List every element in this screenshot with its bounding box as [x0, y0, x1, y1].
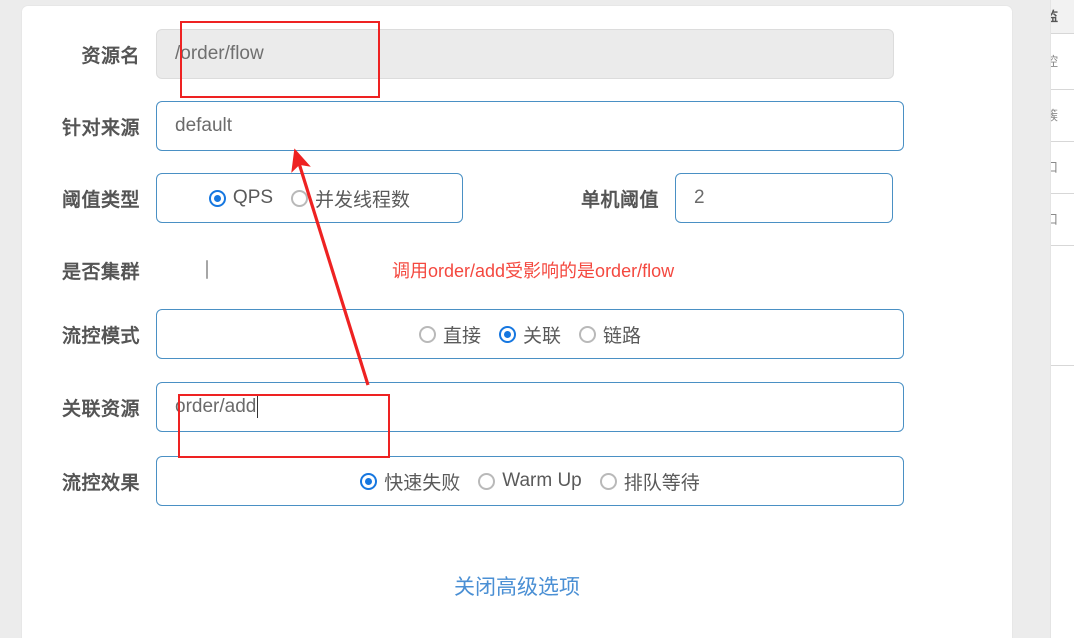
- strategy-option-direct[interactable]: 直接: [418, 321, 481, 348]
- ref-resource-input[interactable]: order/add: [156, 382, 904, 432]
- field-behavior: 快速失败 Warm Up 排队等待: [156, 456, 904, 506]
- bg-row: [1051, 246, 1074, 366]
- flow-rule-form-card: 资源名 /order/flow 针对来源 default 阈值类型 QPS 并发…: [22, 6, 1012, 638]
- radio-selected-icon: [360, 472, 378, 490]
- radio-unselected-icon: [418, 325, 436, 343]
- label-single-threshold: 单机阈值: [580, 189, 659, 211]
- behavior-radio-group: 快速失败 Warm Up 排队等待: [156, 456, 904, 506]
- behavior-option-queue[interactable]: 排队等待: [599, 468, 700, 495]
- ref-resource-value: order/add: [175, 396, 257, 417]
- grade-radio-group: QPS 并发线程数: [156, 173, 463, 223]
- radio-unselected-icon: [291, 189, 309, 207]
- radio-unselected-icon: [579, 325, 596, 343]
- behavior-option-fast-fail[interactable]: 快速失败: [360, 468, 460, 495]
- label-grade: 阈值类型: [61, 189, 140, 211]
- bg-row: 簇: [1051, 90, 1074, 142]
- behavior-option-warm-up[interactable]: Warm Up: [478, 470, 582, 492]
- strategy-option-associate-label: 关联: [522, 325, 561, 347]
- resource-name-input[interactable]: /order/flow: [156, 29, 894, 79]
- text-cursor: [257, 396, 259, 418]
- grade-option-threads-label: 并发线程数: [315, 189, 411, 211]
- grade-option-threads[interactable]: 并发线程数: [291, 185, 410, 212]
- toggle-advanced-options-link[interactable]: 关闭高级选项: [22, 571, 1012, 601]
- label-cluster: 是否集群: [61, 261, 140, 283]
- label-limit-app: 针对来源: [61, 117, 140, 139]
- behavior-option-warm-up-label: Warm Up: [502, 470, 582, 491]
- label-behavior: 流控效果: [61, 472, 140, 494]
- background-page-strip: 监 控 簇 口 口: [1050, 0, 1074, 638]
- strategy-option-direct-label: 直接: [442, 325, 481, 347]
- form-row-ref-resource: 关联资源 order/add: [22, 379, 1012, 435]
- grade-option-qps-label: QPS: [232, 187, 274, 208]
- screen: 监 控 簇 口 口 资源名 /order/flow 针对来源 default: [0, 0, 1074, 638]
- strategy-option-chain[interactable]: 链路: [579, 321, 641, 348]
- field-strategy: 直接 关联 链路: [156, 309, 904, 359]
- form-row-grade: 阈值类型 QPS 并发线程数 单机阈值 2: [22, 170, 1012, 226]
- form-row-limit-app: 针对来源 default: [22, 98, 1012, 154]
- single-threshold-input[interactable]: 2: [675, 173, 893, 223]
- strategy-option-associate[interactable]: 关联: [498, 321, 561, 348]
- form-row-cluster: 是否集群: [22, 242, 1012, 298]
- limit-app-value: default: [175, 115, 233, 136]
- radio-selected-icon: [208, 189, 226, 207]
- radio-unselected-icon: [478, 472, 496, 490]
- behavior-option-fast-fail-label: 快速失败: [384, 472, 461, 494]
- limit-app-input[interactable]: default: [156, 101, 904, 151]
- field-resource-name: /order/flow: [156, 29, 894, 79]
- bg-row: 口: [1051, 194, 1074, 246]
- field-limit-app: default: [156, 101, 904, 151]
- radio-selected-icon: [498, 325, 516, 343]
- radio-unselected-icon: [599, 472, 617, 490]
- resource-name-value: /order/flow: [175, 43, 264, 64]
- label-ref-resource: 关联资源: [61, 398, 140, 420]
- field-grade: QPS 并发线程数: [156, 173, 463, 223]
- grade-option-qps[interactable]: QPS: [208, 187, 274, 209]
- strategy-radio-group: 直接 关联 链路: [156, 309, 904, 359]
- field-cluster: [156, 260, 208, 279]
- form-row-behavior: 流控效果 快速失败 Warm Up 排队等待: [22, 453, 1012, 509]
- bg-row: 控: [1051, 34, 1074, 90]
- label-resource-name: 资源名: [81, 45, 140, 67]
- field-single-threshold: 2: [675, 173, 893, 223]
- cluster-checkbox[interactable]: [206, 260, 208, 279]
- bg-row: 监: [1051, 0, 1074, 34]
- form-row-resource-name: 资源名 /order/flow: [22, 26, 1012, 82]
- strategy-option-chain-label: 链路: [603, 325, 642, 347]
- behavior-option-queue-label: 排队等待: [623, 472, 700, 494]
- form-row-strategy: 流控模式 直接 关联 链路: [22, 306, 1012, 362]
- field-ref-resource: order/add: [156, 382, 904, 432]
- bg-row: 口: [1051, 142, 1074, 194]
- single-threshold-value: 2: [694, 187, 705, 208]
- label-strategy: 流控模式: [61, 325, 140, 347]
